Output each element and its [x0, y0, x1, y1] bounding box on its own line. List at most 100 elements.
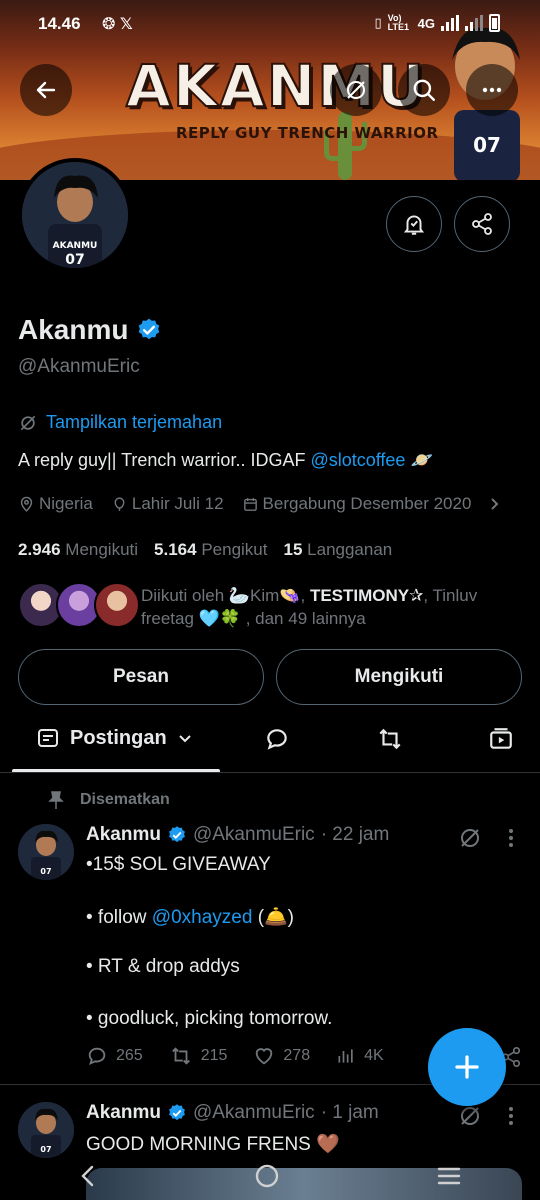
- status-right-icons: ▯ Vo) LTE1 4G: [374, 14, 500, 32]
- tweet-author-name-2[interactable]: Akanmu: [86, 1102, 161, 1124]
- followers-stat[interactable]: 5.164 Pengikut: [154, 540, 267, 560]
- followed-by-name-1: 🦢Kim👒: [228, 586, 301, 605]
- network-label: 4G: [417, 15, 435, 31]
- repost-action[interactable]: 215: [169, 1045, 228, 1067]
- verified-badge-icon[interactable]: [136, 317, 162, 343]
- like-action[interactable]: 278: [253, 1045, 310, 1067]
- tweet-line-3: • RT & drop addys: [86, 956, 240, 977]
- tweet-header: Akanmu @AkanmuEric · 22 jam: [86, 824, 389, 846]
- tweet-translate-icon-2[interactable]: [458, 1104, 482, 1128]
- reply-action[interactable]: 265: [86, 1045, 143, 1067]
- tweet-mention-link[interactable]: @0xhayzed: [152, 907, 253, 928]
- share-profile-button[interactable]: [454, 196, 510, 252]
- following-count: 2.946: [18, 540, 61, 559]
- battery-icon: [489, 14, 500, 32]
- profile-handle: @AkanmuEric: [18, 356, 140, 377]
- following-button[interactable]: Mengikuti: [276, 649, 522, 705]
- followed-by-text[interactable]: Diikuti oleh 🦢Kim👒, TESTIMONY✰, Tinluv f…: [141, 584, 521, 630]
- tab-reposts[interactable]: [376, 726, 404, 752]
- tweet-author-name[interactable]: Akanmu: [86, 824, 161, 846]
- tab-posts[interactable]: Postingan: [36, 726, 193, 750]
- signal-icon-2: [465, 15, 483, 31]
- following-stat[interactable]: 2.946 Mengikuti: [18, 540, 138, 560]
- tab-posts-label: Postingan: [70, 726, 167, 749]
- tweet-more-icon-2[interactable]: [504, 1104, 518, 1128]
- tweet-avatar-image-2: 07: [18, 1102, 74, 1158]
- plus-icon: [455, 1055, 479, 1079]
- pin-icon: [48, 791, 64, 809]
- reply-icon: [88, 1047, 106, 1065]
- avatar-image: AKANMU 07: [22, 162, 128, 268]
- more-options-button[interactable]: [466, 64, 518, 116]
- search-button[interactable]: [398, 64, 450, 116]
- repost-count: 215: [200, 1047, 228, 1064]
- chevron-down-icon: [178, 735, 191, 743]
- tweet-more-icon[interactable]: [504, 826, 518, 850]
- svg-text:07: 07: [65, 252, 84, 268]
- signal-icon: [441, 15, 459, 31]
- birthday-item: Lahir Juli 12: [111, 494, 224, 514]
- tweet-avatar-2[interactable]: 07: [18, 1102, 74, 1158]
- subscriptions-stat[interactable]: 15 Langganan: [284, 540, 393, 560]
- nav-recents-icon[interactable]: [436, 1165, 462, 1187]
- svg-text:07: 07: [473, 133, 501, 157]
- tweet-author-handle: @AkanmuEric: [192, 824, 315, 845]
- share-icon: [472, 213, 492, 235]
- joined-text: Bergabung Desember 2020: [262, 494, 472, 513]
- views-action[interactable]: 4K: [336, 1046, 384, 1066]
- pinned-text: Disematkan: [80, 791, 170, 808]
- verified-badge-icon: [169, 1104, 185, 1121]
- message-button[interactable]: Pesan: [18, 649, 264, 705]
- follower-avatar-3: [94, 582, 140, 628]
- subscriptions-label: Langganan: [307, 540, 393, 559]
- location-item: Nigeria: [18, 494, 93, 514]
- translate-profile-button[interactable]: [330, 64, 382, 116]
- android-nav-bar: [0, 1152, 540, 1200]
- bio-mention-link[interactable]: @slotcoffee: [310, 450, 405, 470]
- like-count: 278: [283, 1047, 311, 1064]
- birthday-text: Lahir Juli 12: [131, 494, 224, 513]
- tweet-line-2-suffix: (🛎️): [252, 907, 295, 928]
- back-button[interactable]: [20, 64, 72, 116]
- svg-text:07: 07: [40, 867, 51, 876]
- tweet-avatar[interactable]: 07: [18, 824, 74, 880]
- balloon-icon: [114, 496, 125, 511]
- status-time: 14.46: [38, 14, 81, 33]
- location-pin-icon: [20, 496, 33, 512]
- calendar-icon: [243, 497, 257, 511]
- heart-icon: [256, 1048, 273, 1065]
- status-app-icons: ❂ 𝕏: [102, 16, 133, 33]
- nav-home-icon[interactable]: [254, 1163, 280, 1189]
- followers-label: Pengikut: [201, 540, 268, 559]
- compose-button[interactable]: [428, 1028, 506, 1106]
- pinned-label: Disematkan: [48, 791, 170, 809]
- translate-small-icon: [20, 415, 36, 430]
- tab-media[interactable]: [488, 726, 514, 752]
- profile-bio: A reply guy|| Trench warrior.. IDGAF @sl…: [18, 450, 433, 471]
- notification-bell-button[interactable]: [386, 196, 442, 252]
- followers-count: 5.164: [154, 540, 197, 559]
- search-icon: [413, 79, 435, 101]
- tab-replies[interactable]: [264, 726, 290, 752]
- svg-text:AKANMU: AKANMU: [53, 241, 98, 251]
- tweet-translate-icon[interactable]: [458, 826, 482, 850]
- status-bar: 14.46 ❂ 𝕏 ▯ Vo) LTE1 4G: [0, 0, 540, 46]
- nav-back-icon[interactable]: [78, 1164, 98, 1188]
- profile-name-text: Akanmu: [18, 314, 129, 345]
- translate-bio-link[interactable]: Tampilkan terjemahan: [18, 412, 222, 433]
- chevron-right-icon[interactable]: [489, 497, 501, 511]
- more-dots-icon: [482, 87, 502, 93]
- profile-avatar[interactable]: AKANMU 07: [18, 158, 132, 272]
- profile-meta: Nigeria Lahir Juli 12 Bergabung Desember…: [18, 494, 501, 514]
- tweet-author-handle-2: @AkanmuEric: [192, 1102, 315, 1123]
- bio-emoji: 🪐: [410, 450, 433, 470]
- vibrate-icon: ▯: [374, 15, 382, 30]
- followed-by-sep: ,: [300, 586, 310, 605]
- bio-text: A reply guy|| Trench warrior.. IDGAF: [18, 450, 311, 470]
- translate-icon: [347, 81, 365, 99]
- tweet-avatar-image: 07: [18, 824, 74, 880]
- followed-by-name-2: TESTIMONY✰: [309, 586, 424, 605]
- joined-item: Bergabung Desember 2020: [242, 494, 472, 514]
- repost-icon: [171, 1047, 190, 1065]
- verified-badge-icon: [169, 826, 185, 843]
